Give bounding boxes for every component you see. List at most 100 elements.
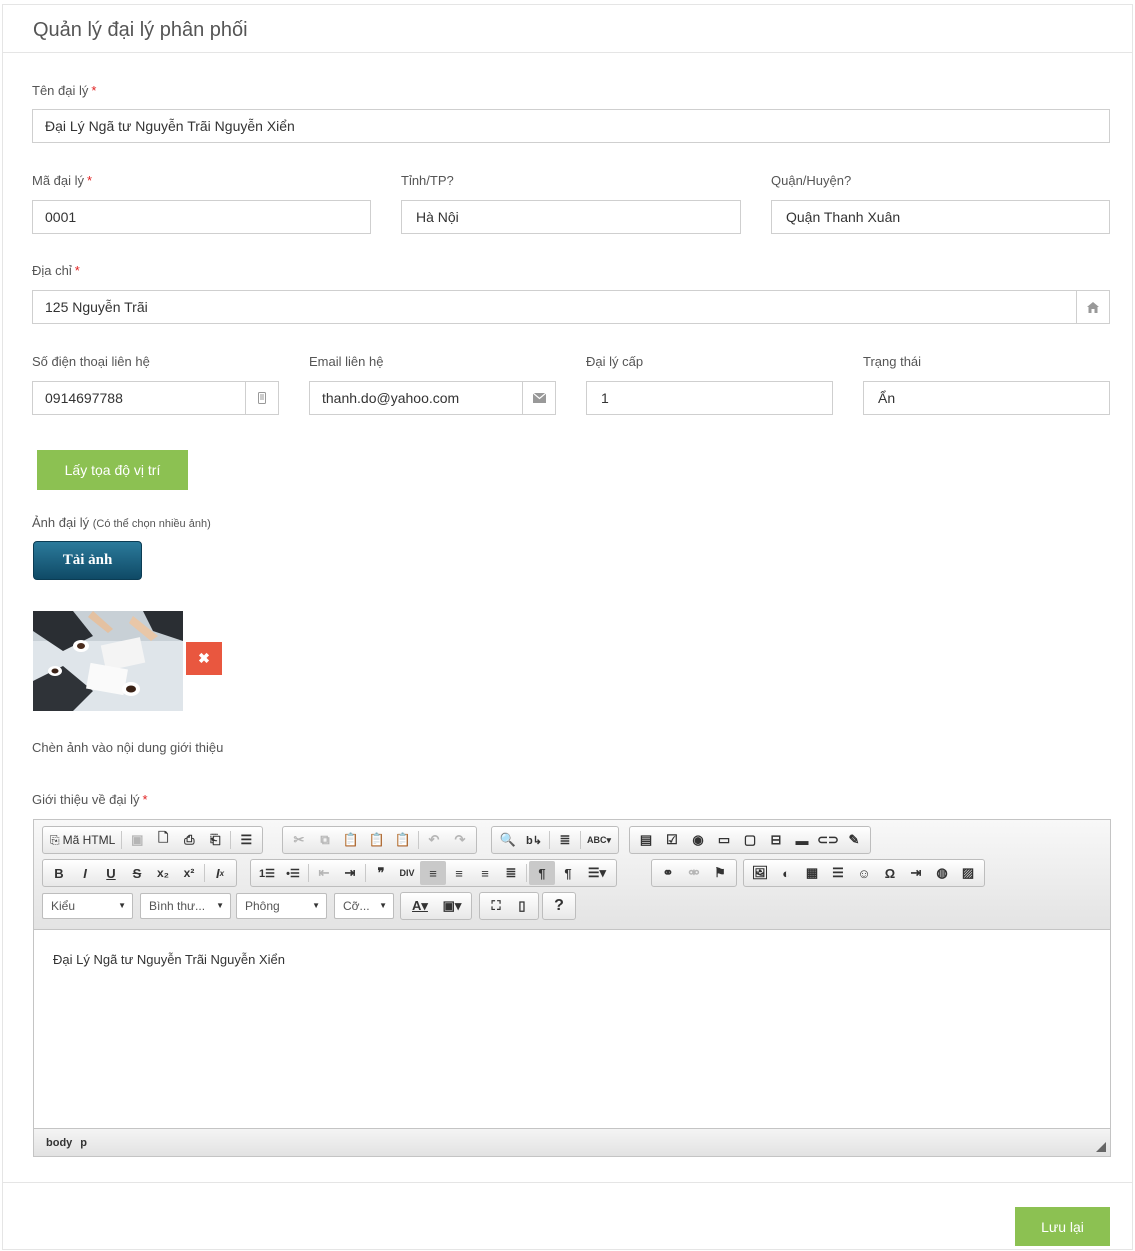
align-center-icon[interactable]: ≡ <box>446 861 472 885</box>
page-break-icon[interactable]: ⇥ <box>903 861 929 885</box>
maximize-icon[interactable]: ⛶ <box>483 894 509 918</box>
underline-icon[interactable]: U <box>98 861 124 885</box>
phone-input[interactable]: 0914697788 <box>32 381 279 415</box>
blockquote-icon[interactable]: ❞ <box>368 861 394 885</box>
code-label: Mã đại lý * <box>32 173 93 188</box>
bold-icon[interactable]: B <box>46 861 72 885</box>
name-label: Tên đại lý * <box>32 83 97 98</box>
subscript-icon[interactable]: x₂ <box>150 861 176 885</box>
source-icon: ⎘ <box>50 832 60 847</box>
rtl-icon[interactable]: ¶ <box>555 861 581 885</box>
text-color-icon[interactable]: A▾ <box>404 894 436 918</box>
close-icon: ✖ <box>198 650 210 666</box>
cut-icon[interactable]: ✂ <box>286 828 312 852</box>
print-icon[interactable]: ⎗ <box>202 828 228 852</box>
undo-icon[interactable]: ↶ <box>421 828 447 852</box>
district-select[interactable]: Quận Thanh Xuân <box>771 200 1110 234</box>
paste-word-icon[interactable]: 📋 <box>390 828 416 852</box>
copy-icon[interactable]: ⧉ <box>312 828 338 852</box>
colors-group: A▾ ▣▾ <box>400 892 472 920</box>
link-icon[interactable]: ⚭ <box>655 861 681 885</box>
horizontal-rule-icon[interactable]: ☰ <box>825 861 851 885</box>
special-char-icon[interactable]: Ω <box>877 861 903 885</box>
level-input[interactable]: 1 <box>586 381 833 415</box>
radio-icon[interactable]: ◉ <box>685 828 711 852</box>
size-combo[interactable]: Cỡ... ▼ <box>334 893 394 919</box>
tools-group: ⛶ ▯ <box>479 892 539 920</box>
find-icon[interactable]: 🔍 <box>495 828 521 852</box>
upload-image-button[interactable]: Tải ảnh <box>33 541 142 580</box>
textfield-icon[interactable]: ▭ <box>711 828 737 852</box>
indent-icon[interactable]: ⇥ <box>337 861 363 885</box>
bg-color-icon[interactable]: ▣▾ <box>436 894 468 918</box>
textarea-icon[interactable]: ▢ <box>737 828 763 852</box>
address-input[interactable]: 125 Nguyễn Trãi <box>32 290 1110 324</box>
remove-format-icon[interactable]: Ix <box>207 861 233 885</box>
superscript-icon[interactable]: x² <box>176 861 202 885</box>
new-page-icon[interactable]: 🗋 <box>150 828 176 852</box>
language-icon[interactable]: ☰▾ <box>581 861 613 885</box>
templates-icon[interactable]: ☰ <box>233 828 259 852</box>
paste-text-icon[interactable]: 📋 <box>364 828 390 852</box>
strike-icon[interactable]: S <box>124 861 150 885</box>
table-icon[interactable]: ▦ <box>799 861 825 885</box>
phone-value: 0914697788 <box>45 390 123 406</box>
iframe-globe-icon[interactable]: ◍ <box>929 861 955 885</box>
email-input[interactable]: thanh.do@yahoo.com <box>309 381 556 415</box>
intro-label: Giới thiệu về đại lý * <box>32 792 148 807</box>
editing-group: 🔍 b↳ ≣ ABC▾ <box>491 826 619 854</box>
image-icon[interactable]: 🖼 <box>747 861 773 885</box>
home-icon[interactable] <box>1076 290 1110 324</box>
name-input[interactable]: Đại Lý Ngã tư Nguyễn Trãi Nguyễn Xiển <box>32 109 1110 143</box>
help-icon[interactable]: ? <box>546 894 572 918</box>
rich-text-editor[interactable]: ⎘ Mã HTML ▣ 🗋 ⎙ ⎗ ☰ ✂ ⧉ 📋 📋 📋 ↶ ↷ 🔍 b↳ ≣… <box>33 819 1111 1157</box>
numbered-list-icon[interactable]: 1☰ <box>254 861 280 885</box>
status-select[interactable]: Ẩn <box>863 381 1110 415</box>
footer-divider <box>3 1182 1132 1183</box>
hiddenfield-icon[interactable]: ✎ <box>841 828 867 852</box>
format-combo[interactable]: Bình thư... ▼ <box>140 893 231 919</box>
insert-image-label: Chèn ảnh vào nội dung giới thiệu <box>32 740 224 755</box>
imagebutton-icon[interactable]: ⊂⊃ <box>815 828 841 852</box>
document-group: ⎘ Mã HTML ▣ 🗋 ⎙ ⎗ ☰ <box>42 826 264 854</box>
address-value: 125 Nguyễn Trãi <box>45 299 148 315</box>
button-icon[interactable]: ▬ <box>789 828 815 852</box>
paste-icon[interactable]: 📋 <box>338 828 364 852</box>
redo-icon[interactable]: ↷ <box>447 828 473 852</box>
get-location-button[interactable]: Lấy tọa độ vị trí <box>37 450 188 490</box>
checkbox-icon[interactable]: ☑ <box>659 828 685 852</box>
delete-image-button[interactable]: ✖ <box>186 642 222 675</box>
editor-content[interactable]: Đại Lý Ngã tư Nguyễn Trãi Nguyễn Xiển <box>34 930 1110 1130</box>
code-input[interactable]: 0001 <box>32 200 371 234</box>
show-blocks-icon[interactable]: ▯ <box>509 894 535 918</box>
italic-icon[interactable]: I <box>72 861 98 885</box>
unlink-icon[interactable]: ⚮ <box>681 861 707 885</box>
bulleted-list-icon[interactable]: •☰ <box>280 861 306 885</box>
creatediv-icon[interactable]: DIV <box>394 861 420 885</box>
spellcheck-icon[interactable]: ABC▾ <box>583 828 615 852</box>
insert-picture-icon[interactable]: ▨ <box>955 861 981 885</box>
justify-icon[interactable]: ≣ <box>498 861 524 885</box>
outdent-icon[interactable]: ⇤ <box>311 861 337 885</box>
anchor-flag-icon[interactable]: ⚑ <box>707 861 733 885</box>
smiley-icon[interactable]: ☺ <box>851 861 877 885</box>
align-right-icon[interactable]: ≡ <box>472 861 498 885</box>
save-button[interactable]: Lưu lại <box>1015 1207 1110 1246</box>
province-select[interactable]: Hà Nội <box>401 200 741 234</box>
editor-toolbar: ⎘ Mã HTML ▣ 🗋 ⎙ ⎗ ☰ ✂ ⧉ 📋 📋 📋 ↶ ↷ 🔍 b↳ ≣… <box>34 820 1110 930</box>
preview-icon[interactable]: ⎙ <box>176 828 202 852</box>
resize-handle-icon[interactable] <box>1096 1142 1106 1152</box>
form-icon[interactable]: ▤ <box>633 828 659 852</box>
ltr-icon[interactable]: ¶ <box>529 861 555 885</box>
save-icon[interactable]: ▣ <box>124 828 150 852</box>
source-button[interactable]: ⎘ Mã HTML <box>46 828 119 852</box>
select-icon[interactable]: ⊟ <box>763 828 789 852</box>
select-all-icon[interactable]: ≣ <box>552 828 578 852</box>
flash-icon[interactable]: ◐ <box>773 861 799 885</box>
font-combo[interactable]: Phông ▼ <box>236 893 327 919</box>
align-left-icon[interactable]: ≡ <box>420 861 446 885</box>
path-p[interactable]: p <box>80 1137 87 1149</box>
path-body[interactable]: body <box>46 1137 72 1149</box>
style-combo[interactable]: Kiểu ▼ <box>42 893 133 919</box>
replace-icon[interactable]: b↳ <box>521 828 547 852</box>
